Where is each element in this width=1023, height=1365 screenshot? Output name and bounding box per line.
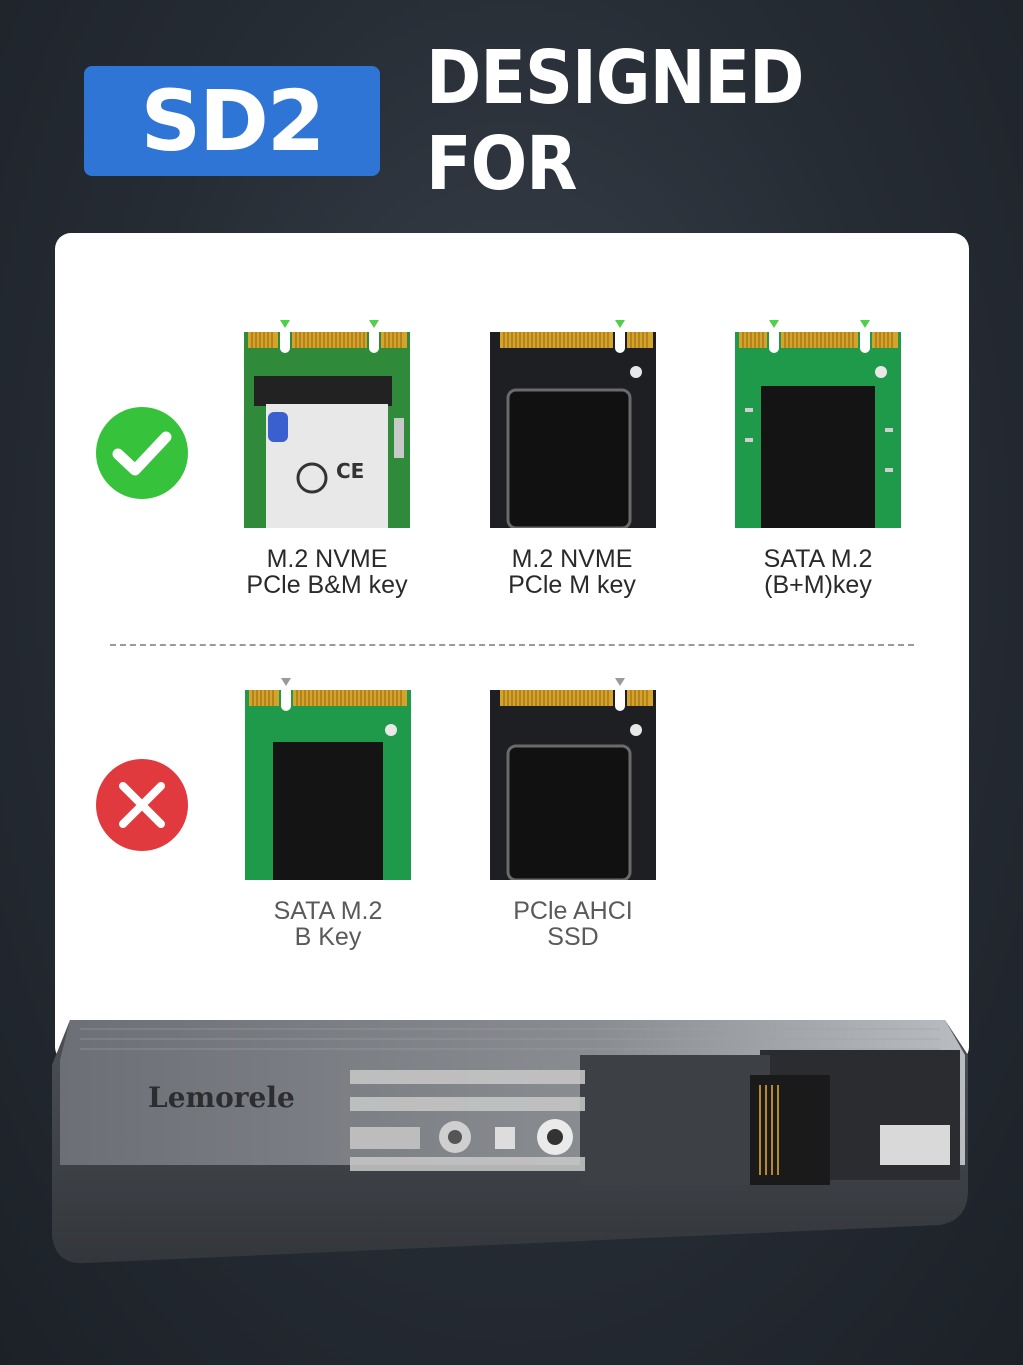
card-label-nvme-m: M.2 NVME PCle M key	[508, 545, 636, 599]
ssd-card-sata-bm	[735, 318, 901, 528]
card-label-sata-bm: SATA M.2 (B+M)key	[763, 545, 873, 599]
card-label-ahci: PCle AHCI SSD	[513, 897, 633, 951]
model-badge: SD2	[84, 66, 380, 176]
section-divider	[110, 644, 914, 646]
ssd-enclosure-image: Lemorele	[52, 1020, 968, 1264]
check-icon	[96, 407, 188, 499]
brand-logo: Lemorele	[148, 1081, 295, 1114]
ssd-card-nvme-bm: CE	[244, 318, 410, 528]
svg-text:CE: CE	[336, 459, 364, 483]
ssd-card-ahci	[490, 676, 656, 880]
model-badge-text: SD2	[140, 72, 326, 170]
page-title: DESIGNED FOR	[426, 35, 804, 207]
cross-icon	[96, 759, 188, 851]
ssd-card-nvme-m	[490, 318, 656, 528]
card-label-nvme-bm: M.2 NVME PCle B&M key	[246, 545, 408, 599]
ssd-card-sata-b	[245, 676, 411, 880]
card-label-sata-b: SATA M.2 B Key	[273, 897, 383, 951]
